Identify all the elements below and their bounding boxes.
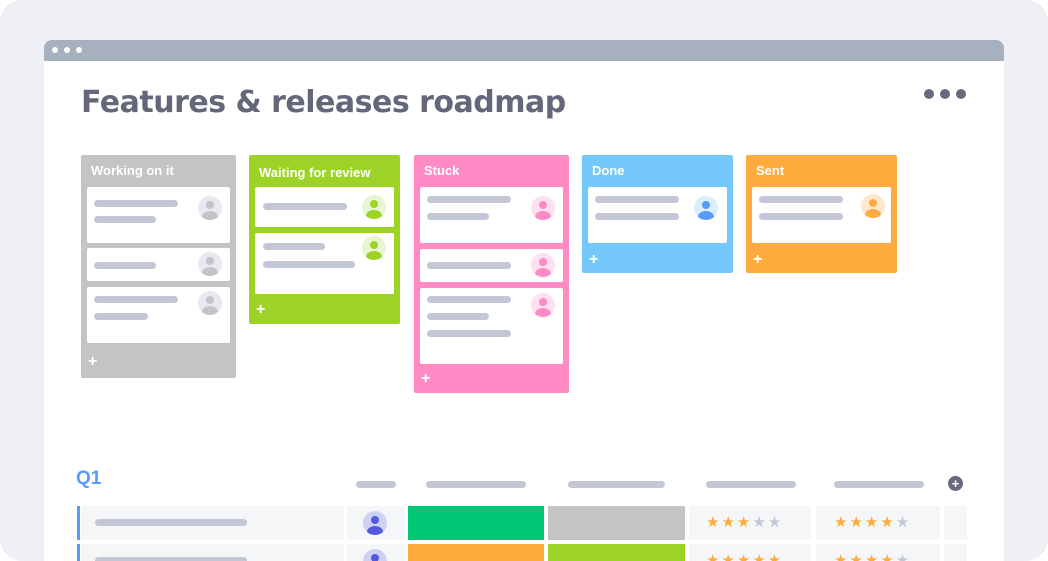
- rating-stars[interactable]: ★★★★★: [834, 514, 911, 532]
- avatar-icon[interactable]: [363, 549, 387, 561]
- person-cell[interactable]: [347, 544, 405, 561]
- app-window: Features & releases roadmap Working on i…: [44, 40, 1004, 561]
- board-column-waiting-for-review: Waiting for review +: [249, 155, 400, 324]
- avatar-icon[interactable]: [362, 195, 386, 219]
- board-card[interactable]: [255, 233, 394, 294]
- item-name-cell[interactable]: [81, 544, 344, 561]
- board-card[interactable]: [87, 248, 230, 281]
- item-name-cell[interactable]: [81, 506, 344, 540]
- row-accent: [77, 544, 80, 561]
- column-title: Stuck: [424, 163, 460, 178]
- column-header[interactable]: [356, 481, 396, 488]
- add-card-button[interactable]: +: [753, 252, 762, 268]
- column-header[interactable]: [706, 481, 796, 488]
- board-card[interactable]: [420, 288, 563, 364]
- column-title: Waiting for review: [259, 165, 371, 180]
- rating-cell[interactable]: ★★★★★: [816, 544, 940, 561]
- avatar-icon[interactable]: [362, 236, 386, 260]
- status-cell[interactable]: [408, 544, 544, 561]
- page-title: Features & releases roadmap: [81, 85, 566, 120]
- column-title: Working on it: [91, 163, 174, 178]
- empty-cell: [944, 544, 967, 561]
- rating-cell[interactable]: ★★★★★: [816, 506, 940, 540]
- column-header[interactable]: [568, 481, 665, 488]
- avatar-icon[interactable]: [363, 511, 387, 535]
- board-card[interactable]: [752, 187, 891, 243]
- board-card[interactable]: [420, 249, 563, 282]
- add-card-button[interactable]: +: [88, 354, 97, 370]
- plus-circle-icon[interactable]: +: [948, 476, 963, 491]
- rating-stars[interactable]: ★★★★★: [706, 552, 783, 561]
- add-card-button[interactable]: +: [256, 302, 265, 318]
- board-card[interactable]: [588, 187, 727, 243]
- board-card[interactable]: [255, 187, 394, 227]
- more-horizontal-icon[interactable]: [924, 87, 970, 101]
- board-card[interactable]: [87, 187, 230, 243]
- person-cell[interactable]: [347, 506, 405, 540]
- rating-stars[interactable]: ★★★★★: [706, 514, 783, 532]
- add-card-button[interactable]: +: [589, 252, 598, 268]
- window-control-dot[interactable]: [76, 47, 82, 53]
- board-column-working-on-it: Working on it +: [81, 155, 236, 378]
- column-header[interactable]: [834, 481, 924, 488]
- row-accent: [77, 506, 80, 540]
- device-frame: Features & releases roadmap Working on i…: [0, 0, 1048, 561]
- avatar-icon[interactable]: [861, 194, 885, 218]
- board-card[interactable]: [420, 187, 563, 243]
- empty-cell: [944, 506, 967, 540]
- avatar-icon[interactable]: [531, 196, 555, 220]
- rating-cell[interactable]: ★★★★★: [689, 544, 811, 561]
- rating-stars[interactable]: ★★★★★: [834, 552, 911, 561]
- column-title: Sent: [756, 163, 785, 178]
- board-column-done: Done +: [582, 155, 733, 273]
- column-header[interactable]: [426, 481, 526, 488]
- table-row[interactable]: ★★★★★ ★★★★★: [77, 506, 967, 540]
- rating-cell[interactable]: ★★★★★: [689, 506, 811, 540]
- board-column-stuck: Stuck +: [414, 155, 569, 393]
- group-label[interactable]: Q1: [76, 468, 101, 490]
- board-card[interactable]: [87, 287, 230, 343]
- status-cell[interactable]: [408, 506, 544, 540]
- window-titlebar: [44, 40, 1004, 61]
- column-title: Done: [592, 163, 625, 178]
- avatar-icon[interactable]: [198, 291, 222, 315]
- board-column-sent: Sent +: [746, 155, 897, 273]
- status-cell[interactable]: [548, 544, 685, 561]
- window-control-dot[interactable]: [52, 47, 58, 53]
- avatar-icon[interactable]: [198, 196, 222, 220]
- avatar-icon[interactable]: [531, 293, 555, 317]
- window-control-dot[interactable]: [64, 47, 70, 53]
- avatar-icon[interactable]: [198, 252, 222, 276]
- add-card-button[interactable]: +: [421, 371, 430, 387]
- status-cell[interactable]: [548, 506, 685, 540]
- table-row[interactable]: ★★★★★ ★★★★★: [77, 544, 967, 561]
- avatar-icon[interactable]: [694, 196, 718, 220]
- avatar-icon[interactable]: [531, 253, 555, 277]
